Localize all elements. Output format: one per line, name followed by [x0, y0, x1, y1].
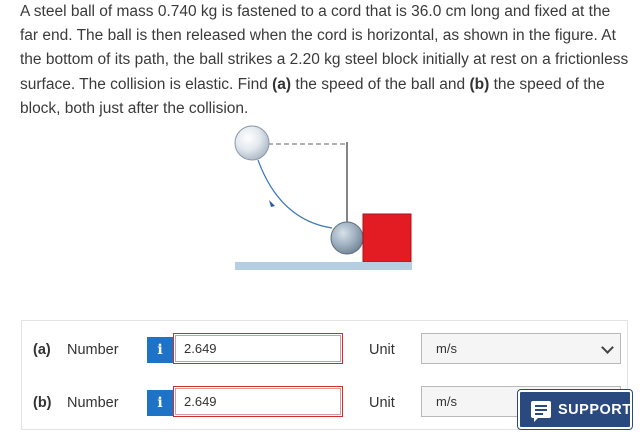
answer-field-a-wrapper [173, 333, 343, 364]
part-label: (b) [33, 395, 52, 411]
answer-field-b-wrapper [173, 386, 343, 417]
steel-block [362, 213, 412, 263]
answer-type-label: Number [67, 342, 119, 358]
chevron-down-icon [601, 341, 614, 354]
info-icon[interactable]: i [147, 337, 173, 363]
pendulum-figure [234, 125, 412, 270]
unit-select-value: m/s [436, 394, 457, 409]
ball-at-bottom [330, 221, 364, 255]
support-label: SUPPORT [558, 402, 632, 418]
chat-icon [531, 401, 551, 422]
unit-label: Unit [369, 395, 395, 411]
answer-row-a: (a) Number i Unit m/s [22, 331, 627, 371]
ball-initial [234, 125, 270, 161]
unit-label: Unit [369, 342, 395, 358]
info-icon[interactable]: i [147, 390, 173, 416]
arc-arrowhead [269, 200, 275, 207]
unit-select-value: m/s [436, 341, 457, 356]
problem-text: A steel ball of mass 0.740 kg is fastene… [20, 3, 629, 117]
answer-field-b[interactable] [175, 388, 341, 415]
answer-type-label: Number [67, 395, 119, 411]
answer-field-a[interactable] [175, 335, 341, 362]
part-label: (a) [33, 342, 51, 358]
support-button[interactable]: SUPPORT [518, 390, 632, 429]
swing-arc [257, 159, 333, 229]
frictionless-surface [235, 262, 412, 270]
unit-select-a[interactable]: m/s [421, 333, 621, 364]
